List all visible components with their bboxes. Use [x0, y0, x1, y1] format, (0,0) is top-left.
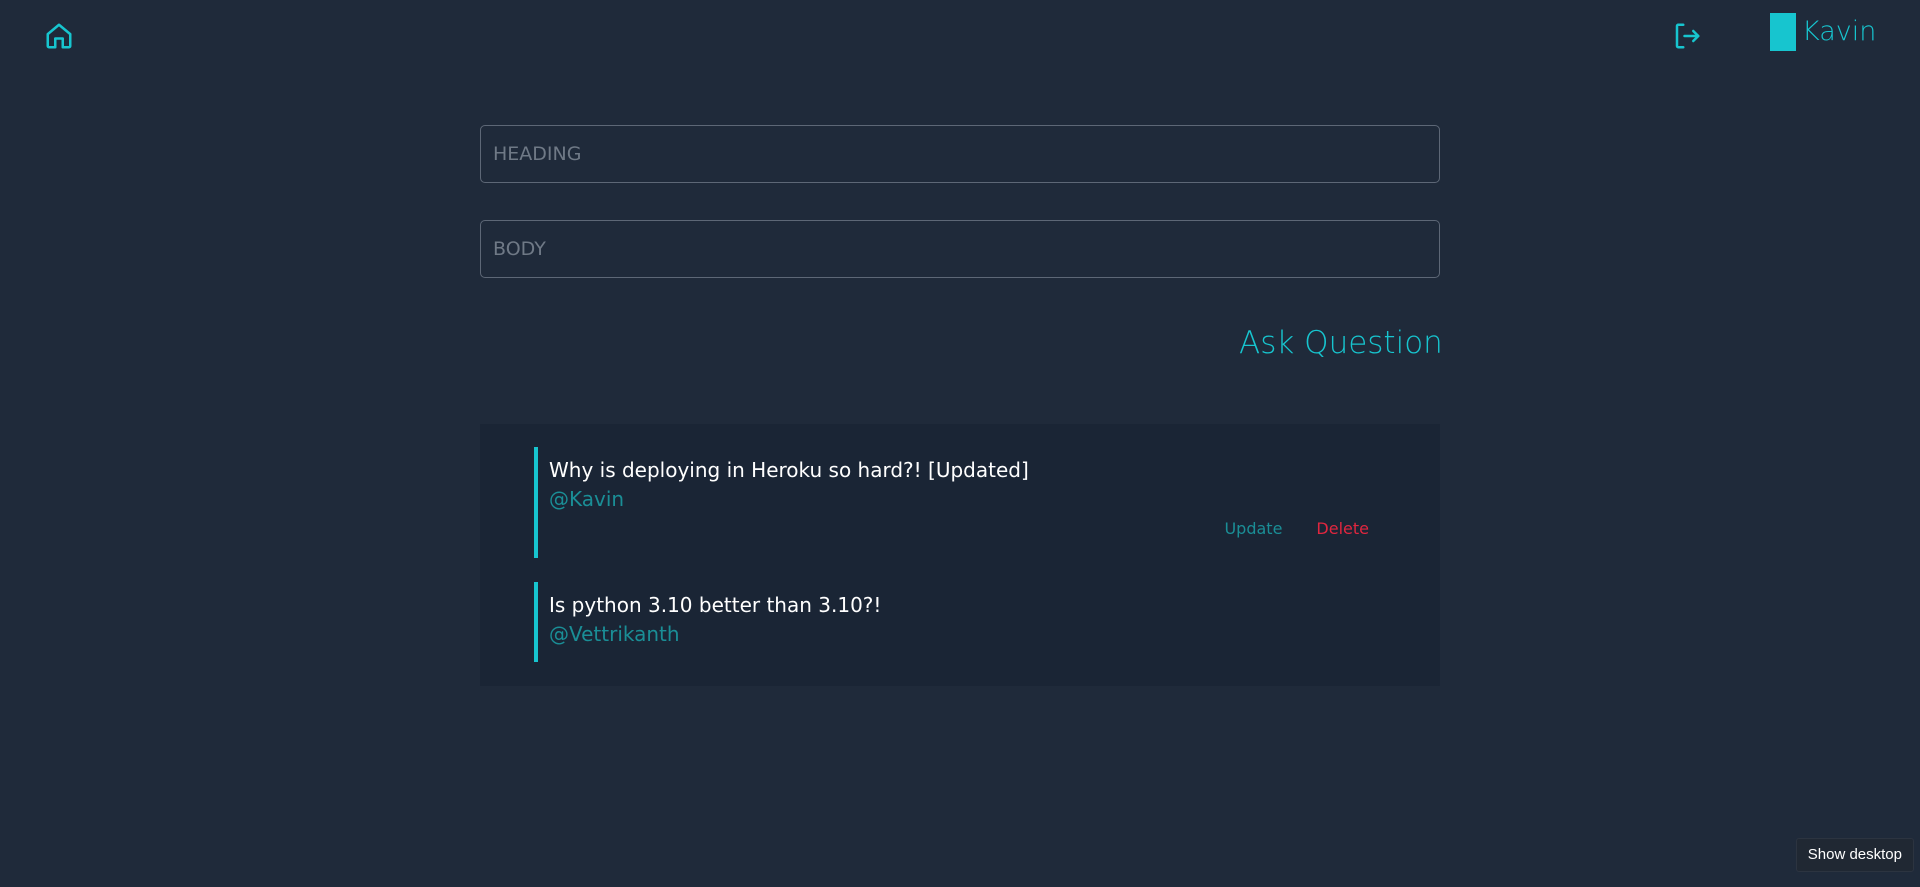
user-name: Kavin: [1802, 16, 1877, 47]
question-list: Why is deploying in Heroku so hard?! [Up…: [480, 424, 1440, 686]
question-title[interactable]: Why is deploying in Heroku so hard?! [Up…: [549, 455, 1384, 485]
body-input[interactable]: [480, 220, 1440, 278]
question-author: @Kavin: [549, 487, 625, 511]
question-actions: Update Delete: [1224, 519, 1369, 538]
question-author: @Vettrikanth: [549, 622, 680, 646]
update-button[interactable]: Update: [1224, 519, 1282, 538]
user-menu[interactable]: Kavin: [1770, 13, 1876, 51]
show-desktop-tooltip: Show desktop: [1795, 838, 1914, 872]
ask-question-button[interactable]: Ask Question: [1225, 321, 1457, 365]
avatar: [1770, 13, 1796, 51]
question-item: Why is deploying in Heroku so hard?! [Up…: [534, 447, 1384, 558]
delete-button[interactable]: Delete: [1316, 519, 1369, 538]
home-icon[interactable]: [44, 21, 74, 51]
question-item: Is python 3.10 better than 3.10?! @Vettr…: [534, 582, 1384, 662]
page: Kavin Ask Question Why is deploying in H…: [0, 0, 1920, 887]
heading-input[interactable]: [480, 125, 1440, 183]
question-title[interactable]: Is python 3.10 better than 3.10?!: [549, 590, 1384, 620]
logout-icon[interactable]: [1672, 21, 1702, 51]
